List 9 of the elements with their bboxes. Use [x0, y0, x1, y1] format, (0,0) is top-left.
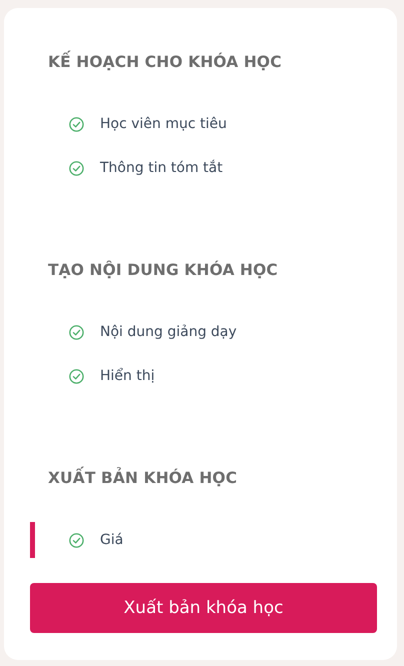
- nav-item[interactable]: Thông tin tóm tắt: [30, 150, 377, 186]
- nav-item[interactable]: Giá: [30, 522, 377, 558]
- section-heading: XUẤT BẢN KHÓA HỌC: [48, 466, 377, 490]
- nav-item[interactable]: Nội dung giảng dạy: [30, 314, 377, 350]
- publish-button[interactable]: Xuất bản khóa học: [30, 583, 377, 633]
- section-heading: TẠO NỘI DUNG KHÓA HỌC: [48, 260, 279, 281]
- section-heading: KẾ HOẠCH CHO KHÓA HỌC: [48, 50, 377, 74]
- nav-item[interactable]: Học viên mục tiêu: [30, 106, 377, 142]
- nav-item[interactable]: Hiển thị: [30, 358, 377, 394]
